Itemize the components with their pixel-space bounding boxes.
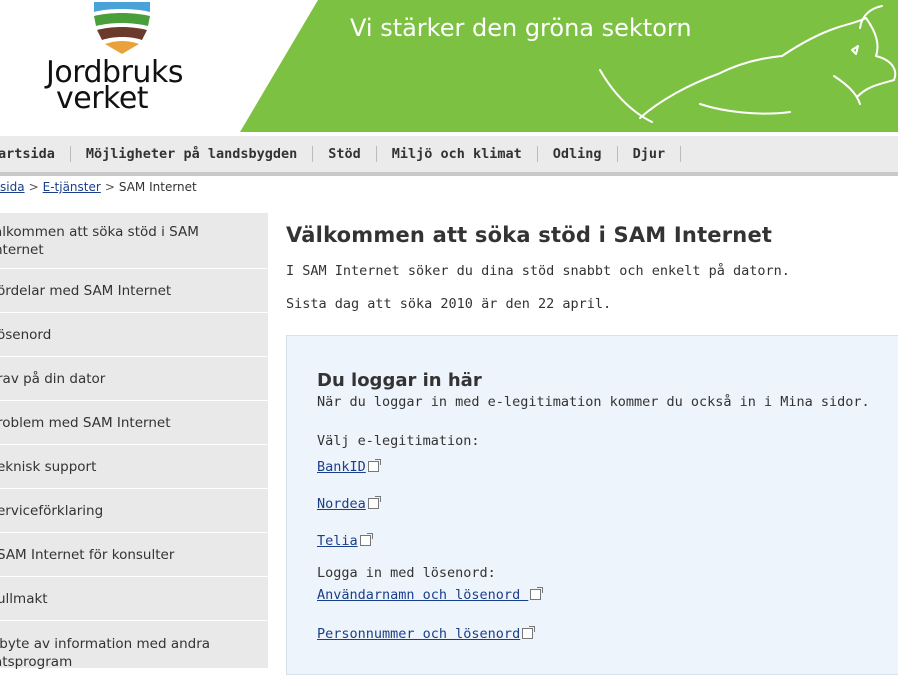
external-link-icon — [367, 459, 381, 472]
personnummer-password-link[interactable]: Personnummer och lösenord — [317, 626, 536, 642]
sidebar-item-teknisk-support[interactable]: eknisk support — [0, 445, 268, 489]
sidebar-item-label: roblem med SAM Internet — [0, 414, 171, 431]
breadcrumb-etjanster-link[interactable]: E-tjänster — [43, 180, 101, 194]
sidebar-item-utbyte[interactable]: tbyte av information med andra atsprogram — [0, 621, 268, 681]
header-tagline: Vi stärker den gröna sektorn — [350, 14, 692, 42]
sidebar-item-valkommen[interactable]: älkommen att söka stöd i SAMnternet — [0, 213, 268, 269]
sidebar-item-label: ördelar med SAM Internet — [0, 282, 172, 299]
page-title: Välkommen att söka stöd i SAM Internet — [286, 223, 773, 247]
sidebar-item-label: tbyte av information med andra — [0, 636, 211, 652]
login-description: När du loggar in med e-legitimation komm… — [317, 394, 870, 410]
breadcrumb: sida > E-tjänster > SAM Internet — [0, 180, 197, 194]
sidebar-item-krav[interactable]: rav på din dator — [0, 357, 268, 401]
external-link-icon — [359, 533, 373, 546]
login-title: Du loggar in här — [317, 370, 482, 391]
nav-item-stod[interactable]: Stöd — [313, 146, 377, 162]
nav-item-startsida[interactable]: artsida — [0, 146, 71, 162]
logo-wordmark: Jordbruks verket — [46, 58, 183, 114]
sidebar-item-problem[interactable]: roblem med SAM Internet — [0, 401, 268, 445]
personnummer-password-link-text: Personnummer och lösenord — [317, 626, 521, 642]
breadcrumb-home-link[interactable]: sida — [0, 180, 25, 194]
external-link-icon — [367, 496, 381, 509]
nav-item-mojligheter[interactable]: Möjligheter på landsbygden — [71, 146, 314, 162]
sidebar-item-serviceforklaring[interactable]: erviceförklaring — [0, 489, 268, 533]
nav-item-djur[interactable]: Djur — [618, 146, 682, 162]
sidebar-item-label: älkommen att söka stöd i SAM — [0, 223, 199, 240]
breadcrumb-separator: > — [104, 180, 115, 194]
username-password-link-text: Användarnamn och lösenord — [317, 587, 529, 603]
sidebar-item-fullmakt[interactable]: ullmakt — [0, 577, 268, 621]
sidebar-item-label: rav på din dator — [0, 370, 106, 387]
sidebar-item-label-cont: nternet — [0, 241, 44, 258]
sidebar-item-label-cont: atsprogram — [0, 654, 73, 670]
breadcrumb-current: SAM Internet — [118, 180, 197, 194]
telia-link-text: Telia — [317, 533, 358, 549]
main-navigation: artsida Möjligheter på landsbygden Stöd … — [0, 136, 898, 176]
nav-item-odling[interactable]: Odling — [538, 146, 618, 162]
breadcrumb-separator: > — [28, 180, 39, 194]
telia-link[interactable]: Telia — [317, 533, 373, 549]
sidebar-item-konsulter[interactable]: SAM Internet för konsulter — [0, 533, 268, 577]
nordea-link[interactable]: Nordea — [317, 496, 381, 512]
nav-item-miljo[interactable]: Miljö och klimat — [377, 146, 538, 162]
intro-text: I SAM Internet söker du dina stöd snabbt… — [286, 263, 790, 279]
nordea-link-text: Nordea — [317, 496, 366, 512]
sidebar-item-label: eknisk support — [0, 458, 97, 475]
sidebar-item-label: ullmakt — [0, 590, 48, 607]
bankid-link-text: BankID — [317, 459, 366, 475]
elegitimation-label: Välj e-legitimation: — [317, 433, 480, 449]
login-panel: Du loggar in här När du loggar in med e-… — [286, 335, 898, 675]
main-content: Välkommen att söka stöd i SAM Internet I… — [286, 213, 898, 312]
sidebar-item-losenord[interactable]: ösenord — [0, 313, 268, 357]
sidebar-item-label: ösenord — [0, 326, 52, 343]
sidebar-item-fordelar[interactable]: ördelar med SAM Internet — [0, 269, 268, 313]
sidebar-item-label: SAM Internet för konsulter — [0, 546, 175, 563]
external-link-icon — [530, 587, 544, 600]
sidebar: älkommen att söka stöd i SAMnternet örde… — [0, 213, 268, 681]
deadline-text: Sista dag att söka 2010 är den 22 april. — [286, 296, 612, 312]
site-header: Jordbruks verket Vi stärker den gröna se… — [0, 0, 898, 132]
logo-emblem-icon — [94, 2, 150, 54]
bankid-link[interactable]: BankID — [317, 459, 381, 475]
logo[interactable]: Jordbruks verket — [0, 0, 230, 132]
username-password-link[interactable]: Användarnamn och lösenord — [317, 587, 544, 603]
external-link-icon — [522, 626, 536, 639]
sidebar-item-label: erviceförklaring — [0, 502, 104, 519]
password-login-label: Logga in med lösenord: — [317, 565, 496, 581]
